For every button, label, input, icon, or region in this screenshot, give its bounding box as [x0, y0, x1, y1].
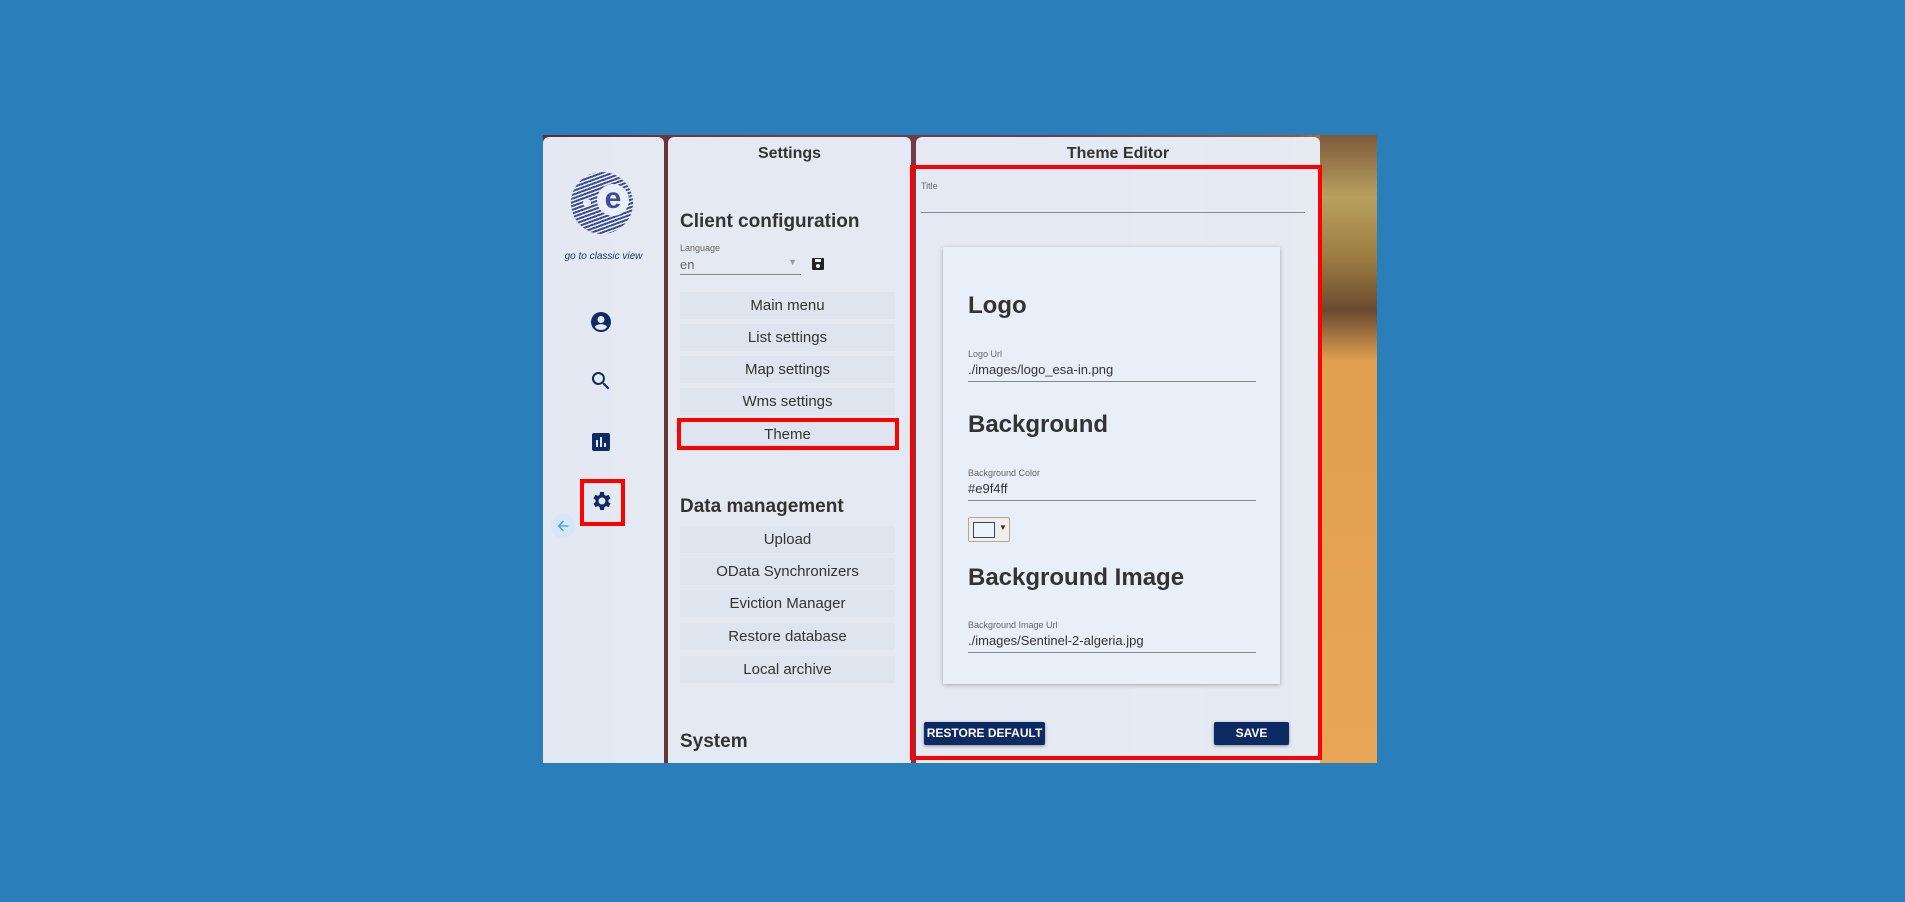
logo-url-input[interactable]: ./images/logo_esa-in.png — [968, 362, 1256, 382]
theme-editor-title: Theme Editor — [1066, 145, 1170, 162]
account-icon[interactable] — [589, 310, 613, 334]
title-input[interactable] — [921, 193, 1305, 213]
chevron-down-icon: ▼ — [788, 257, 797, 267]
color-picker[interactable]: ▼ — [968, 517, 1010, 542]
menu-map-settings[interactable]: Map settings — [680, 356, 895, 383]
restore-default-button[interactable]: RESTORE DEFAULT — [924, 722, 1045, 745]
logo-heading: Logo — [968, 292, 1027, 319]
background-heading: Background — [968, 411, 1109, 438]
bg-image-label: Background Image Url — [968, 620, 1058, 630]
bg-color-label: Background Color — [968, 468, 1041, 478]
system-heading: System — [680, 731, 748, 752]
app-window: e go to classic view Settings Client con… — [543, 135, 1377, 763]
arrow-left-icon[interactable] — [551, 514, 575, 538]
save-button[interactable]: SAVE — [1214, 722, 1289, 745]
menu-local-archive[interactable]: Local archive — [680, 656, 895, 683]
language-label: Language — [680, 243, 721, 253]
theme-editor-panel: Theme Editor Title Logo Logo Url ./image… — [910, 137, 1322, 763]
logo-url-label: Logo Url — [968, 349, 1003, 359]
menu-wms-settings[interactable]: Wms settings — [680, 388, 895, 415]
map-background[interactable] — [1320, 135, 1377, 763]
menu-eviction-manager[interactable]: Eviction Manager — [680, 590, 895, 617]
menu-odata-synchronizers[interactable]: OData Synchronizers — [680, 558, 895, 585]
client-config-heading: Client configuration — [680, 211, 860, 232]
menu-main-menu[interactable]: Main menu — [680, 292, 895, 319]
gear-highlight — [580, 479, 625, 526]
chart-icon[interactable] — [589, 430, 613, 454]
menu-restore-database[interactable]: Restore database — [680, 623, 895, 650]
caret-down-icon: ▼ — [999, 523, 1007, 532]
menu-list-settings[interactable]: List settings — [680, 324, 895, 351]
title-label: Title — [921, 181, 938, 191]
theme-card: Logo Logo Url ./images/logo_esa-in.png B… — [943, 247, 1280, 684]
background-image-heading: Background Image — [968, 564, 1185, 591]
data-management-heading: Data management — [680, 496, 844, 517]
settings-title: Settings — [757, 145, 822, 162]
bg-image-input[interactable]: ./images/Sentinel-2-algeria.jpg — [968, 633, 1256, 653]
language-select[interactable]: en ▼ — [680, 257, 801, 275]
menu-upload[interactable]: Upload — [680, 526, 895, 553]
sidebar: e go to classic view — [543, 137, 664, 763]
bg-color-input[interactable]: #e9f4ff — [968, 481, 1256, 501]
search-icon[interactable] — [589, 369, 613, 393]
classic-view-link[interactable]: go to classic view — [543, 251, 664, 262]
settings-panel: Settings Client configuration Language e… — [668, 137, 911, 763]
language-value: en — [680, 257, 695, 272]
theme-highlight — [677, 418, 899, 450]
save-icon[interactable] — [812, 258, 824, 270]
esa-logo: e — [571, 172, 633, 234]
